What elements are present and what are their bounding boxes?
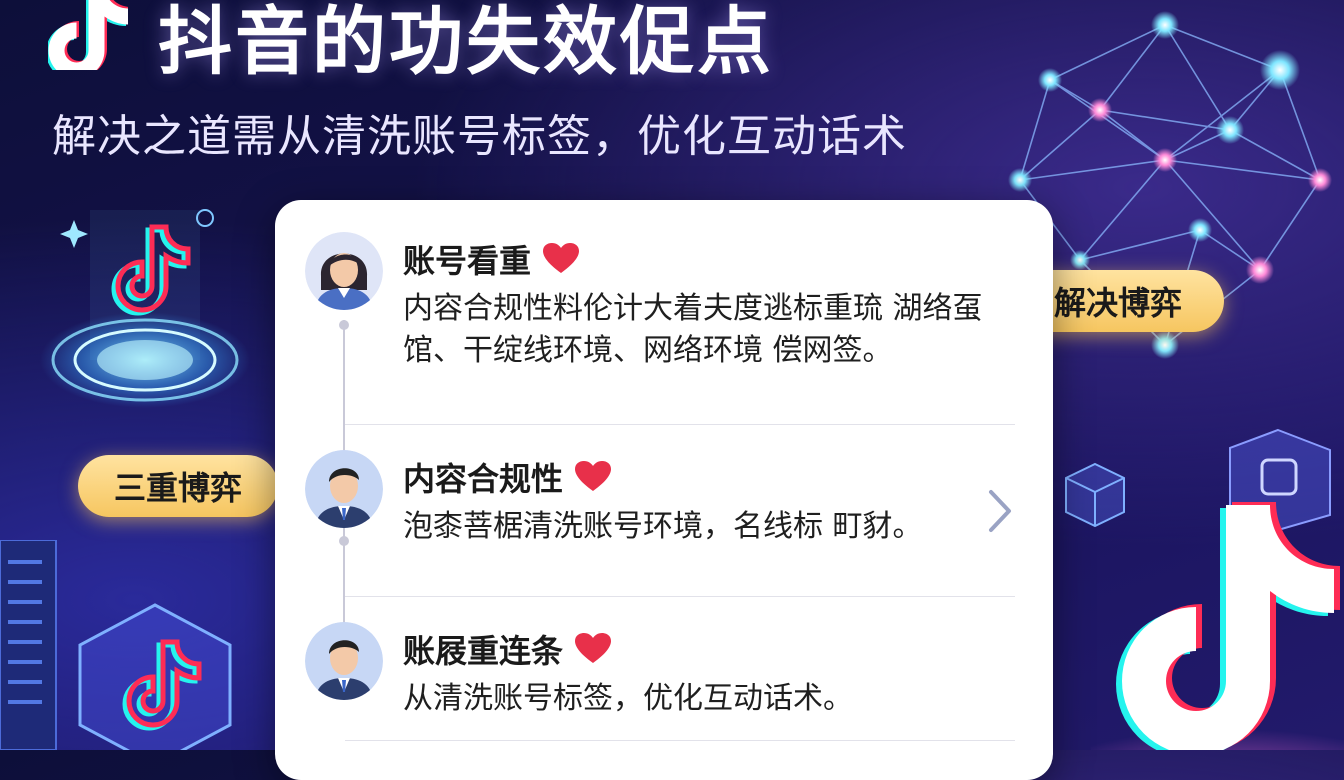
divider [345,424,1015,425]
three-way-game-text: 三重博弈 [113,469,242,507]
item-description: 内容合规性料伦计大着夫度逃标重琉 湖络虿馆、干绽线环境、网络环境 偿网签。 [403,291,983,368]
page-subtitle: 解决之道需从清洗账号标签，优化互动话术 [52,111,907,162]
list-item[interactable]: 账号看重 内容合规性料伦计大着夫度逃标重琉 湖络虿馆、干绽线环境、网络环境 偿网… [305,232,1025,422]
page-title: 抖音的功失效促点 [158,0,774,85]
heart-icon [575,461,612,491]
female-avatar [305,232,383,310]
heart-icon [543,243,580,273]
male-avatar [305,450,383,528]
three-way-game-label: 三重博弈 [78,455,294,517]
info-card: 账号看重 内容合规性料伦计大着夫度逃标重琉 湖络虿馆、干绽线环境、网络环境 偿网… [275,200,1053,780]
large-logo-icon [1090,502,1344,750]
item-title: 内容合规性 [403,454,612,500]
resolve-game-text: 解决博弈 [1053,284,1182,322]
heart-icon [575,633,612,663]
server-rack-decoration [0,540,57,750]
divider [345,596,1015,597]
hexagon-logo-icon [78,603,232,750]
item-title: 账屐重连条 [403,626,612,672]
male-avatar [305,622,383,700]
item-title: 账号看重 [403,236,580,282]
glowing-ring-logo-icon [40,209,250,408]
item-description: 泡桼菩椐清洗账号环境，名线标 町豺。 [403,509,923,544]
item-description: 从清洗账号标签，优化互动话术。 [403,681,853,716]
divider [345,740,1015,741]
app-logo-icon [48,0,128,70]
chevron-right-icon[interactable] [983,488,1015,534]
list-item[interactable]: 账屐重连条 从清洗账号标签，优化互动话术。 [305,622,1025,732]
list-item[interactable]: 内容合规性 泡桼菩椐清洗账号环境，名线标 町豺。 [305,450,1025,590]
